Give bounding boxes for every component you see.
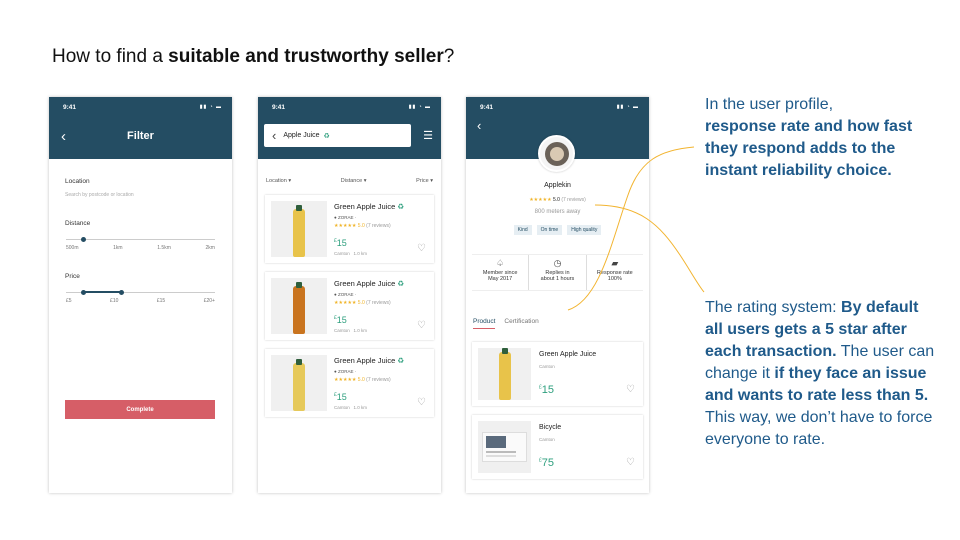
connector-response-rate (567, 146, 695, 311)
slide: How to find a suitable and trustworthy s… (0, 0, 960, 540)
note-rating-system: The rating system: By default all users … (705, 299, 935, 448)
connector-rating (594, 204, 705, 293)
note-response-rate: In the user profile, response rate and ho… (705, 96, 913, 179)
connector-lines (567, 146, 705, 311)
